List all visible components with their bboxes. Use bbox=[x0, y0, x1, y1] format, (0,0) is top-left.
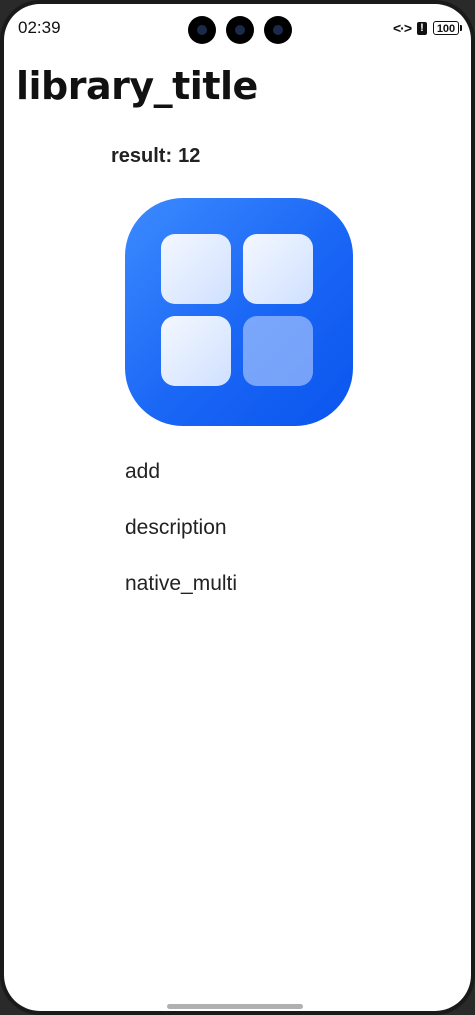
battery-icon: 100 bbox=[433, 21, 462, 35]
camera-cutout bbox=[264, 16, 292, 44]
status-icons: <·> ! 100 bbox=[392, 20, 462, 36]
device-frame: 02:39 <·> ! 100 library_title result: 12… bbox=[0, 0, 475, 1015]
home-indicator[interactable] bbox=[167, 1004, 303, 1009]
alert-icon: ! bbox=[417, 21, 427, 35]
camera-cutout bbox=[226, 16, 254, 44]
description-button[interactable]: description bbox=[125, 516, 227, 540]
grid-tile bbox=[243, 316, 313, 386]
grid-tile bbox=[161, 316, 231, 386]
page-title: library_title bbox=[16, 64, 258, 108]
grid-tile bbox=[161, 234, 231, 304]
status-bar: 02:39 <·> ! 100 bbox=[4, 4, 471, 52]
add-button[interactable]: add bbox=[125, 460, 160, 484]
code-icon: <·> bbox=[392, 20, 412, 36]
result-value: 12 bbox=[178, 145, 201, 167]
result-label: result: bbox=[111, 145, 173, 167]
native-multi-button[interactable]: native_multi bbox=[125, 572, 237, 596]
result-line: result: 12 bbox=[111, 145, 200, 168]
app-grid-icon bbox=[125, 198, 353, 426]
camera-cutout bbox=[188, 16, 216, 44]
status-time: 02:39 bbox=[18, 18, 61, 37]
screen: 02:39 <·> ! 100 library_title result: 12… bbox=[4, 4, 471, 1011]
grid-tile bbox=[243, 234, 313, 304]
